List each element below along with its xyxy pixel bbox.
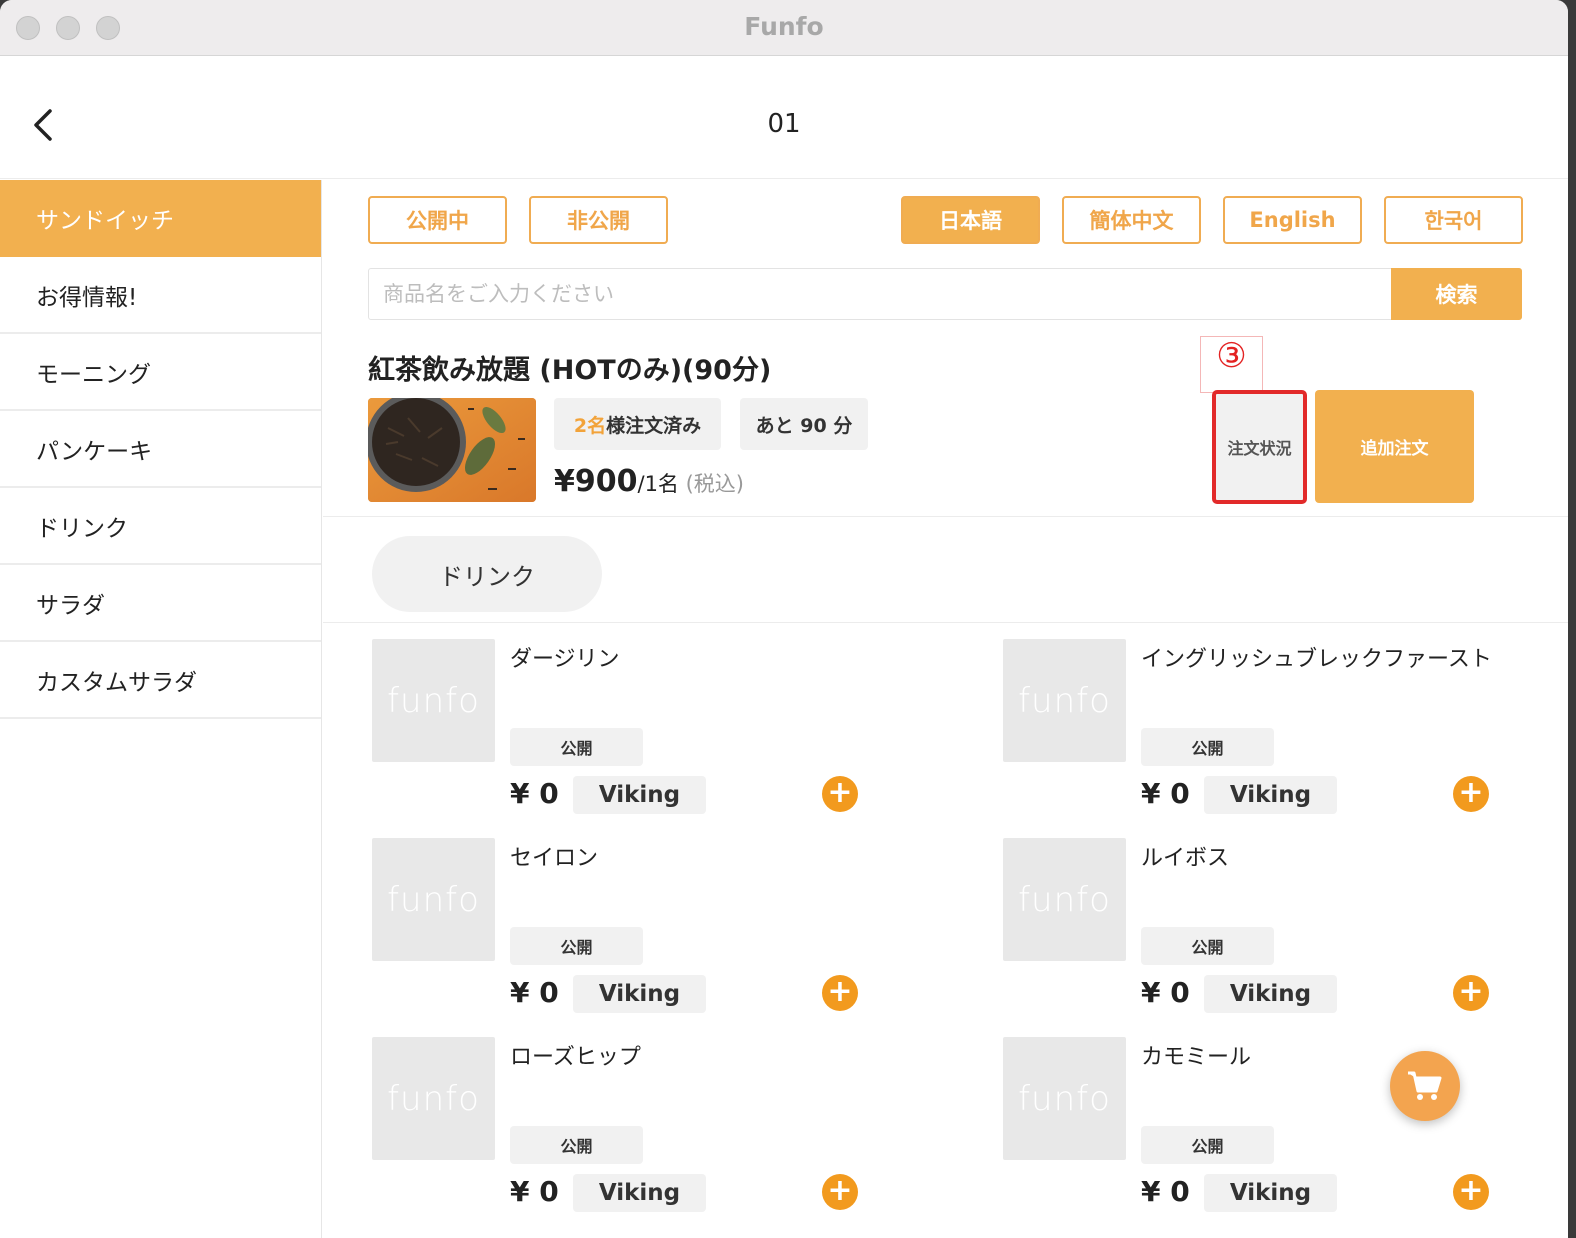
status-badge: 公開: [1141, 1126, 1274, 1164]
product-tag: Viking: [1204, 1174, 1337, 1212]
plan-title: 紅茶飲み放題 (HOTのみ)(90分): [368, 355, 772, 386]
category-sidebar: サンドイッチ お得情報! モーニング パンケーキ ドリンク サラダ カスタムサラ…: [0, 180, 322, 1238]
plan-image: [368, 398, 536, 502]
product-card[interactable]: funfo ローズヒップ 公開 ¥ 0 Viking +: [372, 1037, 912, 1227]
time-left-chip: あと 90 分: [740, 398, 868, 450]
status-badge: 公開: [510, 1126, 643, 1164]
page-title: 01: [767, 109, 801, 139]
product-thumbnail: funfo: [372, 838, 495, 961]
product-thumbnail: funfo: [372, 639, 495, 762]
page-header: 01: [0, 57, 1568, 179]
plus-icon[interactable]: +: [1453, 975, 1489, 1011]
app-window: Funfo 01 サンドイッチ お得情報! モーニング パンケーキ ドリンク サ…: [0, 0, 1568, 1238]
product-price: ¥ 0: [510, 777, 559, 810]
product-name: ダージリン: [510, 647, 620, 672]
product-price: ¥ 0: [1141, 976, 1190, 1009]
category-pill-drink[interactable]: ドリンク: [372, 536, 602, 612]
filter-private-button[interactable]: 非公開: [529, 196, 668, 244]
product-tag: Viking: [573, 975, 706, 1013]
sidebar-item-sandwich[interactable]: サンドイッチ: [0, 180, 321, 257]
add-order-button[interactable]: 追加注文: [1315, 390, 1474, 503]
plus-icon[interactable]: +: [1453, 776, 1489, 812]
sidebar-item-deals[interactable]: お得情報!: [0, 257, 321, 334]
product-price: ¥ 0: [510, 976, 559, 1009]
search-input[interactable]: [369, 269, 1392, 319]
plan-price: ¥900/1名 (税込): [554, 464, 744, 499]
product-price: ¥ 0: [1141, 777, 1190, 810]
lang-japanese-button[interactable]: 日本語: [901, 196, 1040, 244]
product-thumbnail: funfo: [1003, 838, 1126, 961]
product-card[interactable]: funfo ルイボス 公開 ¥ 0 Viking +: [1003, 838, 1543, 1028]
product-price: ¥ 0: [510, 1175, 559, 1208]
divider: [323, 622, 1568, 623]
status-badge: 公開: [510, 728, 643, 766]
product-name: ローズヒップ: [510, 1045, 641, 1070]
status-badge: 公開: [1141, 728, 1274, 766]
search-bar: 検索: [368, 268, 1522, 320]
product-name: ルイボス: [1141, 846, 1230, 871]
product-name: カモミール: [1141, 1045, 1252, 1070]
product-tag: Viking: [1204, 776, 1337, 814]
plus-icon[interactable]: +: [822, 975, 858, 1011]
product-name: セイロン: [510, 846, 599, 871]
annotation-number: ③: [1216, 336, 1247, 376]
cart-icon: [1408, 1071, 1442, 1100]
status-badge: 公開: [510, 927, 643, 965]
search-button[interactable]: 検索: [1391, 268, 1522, 320]
product-name: イングリッシュブレックファースト: [1141, 647, 1492, 672]
order-status-button[interactable]: 注文状況: [1212, 390, 1307, 504]
sidebar-item-pancake[interactable]: パンケーキ: [0, 411, 321, 488]
lang-chinese-button[interactable]: 簡体中文: [1062, 196, 1201, 244]
ordered-count: 2名: [573, 414, 607, 437]
sidebar-item-drink[interactable]: ドリンク: [0, 488, 321, 565]
cart-button[interactable]: [1390, 1051, 1460, 1121]
plan-price-tax: (税込): [678, 472, 744, 496]
sidebar-item-custom-salad[interactable]: カスタムサラダ: [0, 642, 321, 719]
product-card[interactable]: funfo セイロン 公開 ¥ 0 Viking +: [372, 838, 912, 1028]
plus-icon[interactable]: +: [1453, 1174, 1489, 1210]
ordered-suffix: 様注文済み: [606, 414, 702, 437]
ordered-count-chip: 2名 様注文済み: [554, 398, 721, 450]
lang-english-button[interactable]: English: [1223, 196, 1362, 244]
product-thumbnail: funfo: [1003, 639, 1126, 762]
product-card[interactable]: funfo ダージリン 公開 ¥ 0 Viking +: [372, 639, 912, 829]
plan-price-amount: ¥900: [554, 464, 638, 499]
status-badge: 公開: [1141, 927, 1274, 965]
plus-icon[interactable]: +: [822, 776, 858, 812]
product-tag: Viking: [1204, 975, 1337, 1013]
title-bar: Funfo: [0, 0, 1568, 56]
product-card[interactable]: funfo カモミール 公開 ¥ 0 Viking +: [1003, 1037, 1543, 1227]
plan-price-unit: /1名: [637, 472, 679, 496]
product-tag: Viking: [573, 776, 706, 814]
sidebar-item-morning[interactable]: モーニング: [0, 334, 321, 411]
product-card[interactable]: funfo イングリッシュブレックファースト 公開 ¥ 0 Viking +: [1003, 639, 1543, 829]
product-tag: Viking: [573, 1174, 706, 1212]
product-thumbnail: funfo: [372, 1037, 495, 1160]
plus-icon[interactable]: +: [822, 1174, 858, 1210]
main-content: 公開中 非公開 日本語 簡体中文 English 한국어 検索 紅茶飲み放題 (…: [323, 180, 1568, 1238]
product-price: ¥ 0: [1141, 1175, 1190, 1208]
filter-public-button[interactable]: 公開中: [368, 196, 507, 244]
sidebar-item-salad[interactable]: サラダ: [0, 565, 321, 642]
divider: [323, 516, 1568, 517]
lang-korean-button[interactable]: 한국어: [1384, 196, 1523, 244]
window-title: Funfo: [744, 12, 824, 41]
product-thumbnail: funfo: [1003, 1037, 1126, 1160]
